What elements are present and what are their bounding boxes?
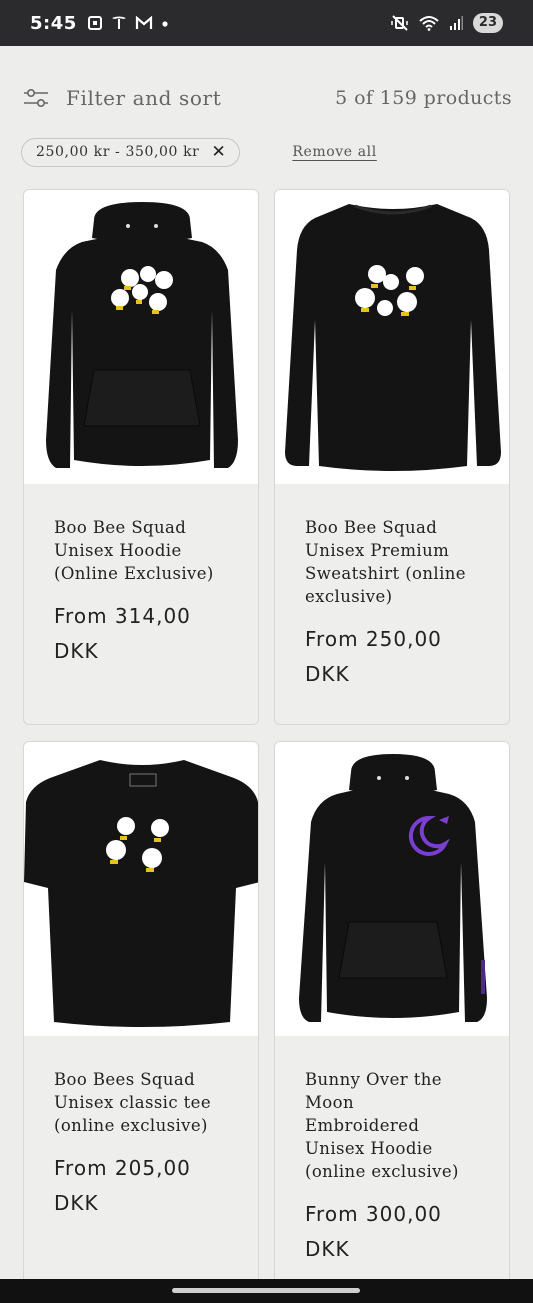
screenshot-icon bbox=[87, 16, 102, 30]
remove-all-filters-link[interactable]: Remove all bbox=[292, 144, 376, 160]
product-title[interactable]: Bunny Over the Moon Embroidered Unisex H… bbox=[305, 1068, 499, 1183]
gmail-icon bbox=[135, 15, 152, 29]
product-card[interactable]: Boo Bees Squad Unisex classic tee (onlin… bbox=[23, 741, 259, 1286]
system-navigation-bar bbox=[0, 1279, 533, 1303]
filter-and-sort-label: Filter and sort bbox=[66, 86, 222, 110]
product-card-info: Bunny Over the Moon Embroidered Unisex H… bbox=[275, 1036, 509, 1267]
price-filter-chip[interactable]: 250,00 kr - 350,00 kr ✕ bbox=[21, 137, 241, 167]
product-price: From 205,00 DKK bbox=[54, 1156, 191, 1215]
mute-vibrate-icon bbox=[391, 15, 408, 31]
sliders-icon bbox=[24, 88, 48, 108]
product-price: From 314,00 DKK bbox=[54, 604, 191, 663]
product-price: From 250,00 DKK bbox=[305, 627, 442, 686]
product-image-tee-bees[interactable] bbox=[24, 742, 258, 1036]
product-card-info: Boo Bees Squad Unisex classic tee (onlin… bbox=[24, 1036, 258, 1221]
product-price: From 300,00 DKK bbox=[305, 1202, 442, 1261]
product-card-info: Boo Bee Squad Unisex Hoodie (Online Excl… bbox=[24, 484, 258, 669]
tesla-icon bbox=[111, 16, 126, 29]
dot-icon bbox=[162, 21, 168, 27]
product-card[interactable]: Boo Bee Squad Unisex Premium Sweatshirt … bbox=[274, 189, 510, 725]
product-count: 5 of 159 products bbox=[335, 87, 512, 109]
collection-toolbar: Filter and sort 5 of 159 products bbox=[22, 78, 512, 118]
status-notification-icons bbox=[87, 15, 169, 31]
product-card-info: Boo Bee Squad Unisex Premium Sweatshirt … bbox=[275, 484, 509, 692]
product-image-hoodie-moon[interactable] bbox=[275, 742, 509, 1036]
product-image-hoodie-bees[interactable] bbox=[24, 190, 258, 484]
status-time: 5:45 bbox=[30, 12, 77, 34]
wifi-icon bbox=[419, 16, 439, 31]
home-gesture-handle[interactable] bbox=[172, 1288, 360, 1293]
product-card[interactable]: Bunny Over the Moon Embroidered Unisex H… bbox=[274, 741, 510, 1286]
active-filters: 250,00 kr - 350,00 kr ✕ Remove all bbox=[21, 136, 511, 168]
signal-icon bbox=[449, 16, 463, 30]
status-bar-right: 23 bbox=[391, 13, 503, 33]
product-title[interactable]: Boo Bee Squad Unisex Premium Sweatshirt … bbox=[305, 516, 499, 608]
price-filter-chip-label: 250,00 kr - 350,00 kr bbox=[36, 144, 200, 160]
product-card[interactable]: Boo Bee Squad Unisex Hoodie (Online Excl… bbox=[23, 189, 259, 725]
battery-level: 23 bbox=[472, 13, 503, 33]
product-title[interactable]: Boo Bee Squad Unisex Hoodie (Online Excl… bbox=[54, 516, 248, 585]
close-icon[interactable]: ✕ bbox=[211, 142, 226, 162]
status-bar: 5:45 23 bbox=[0, 0, 533, 46]
product-title[interactable]: Boo Bees Squad Unisex classic tee (onlin… bbox=[54, 1068, 248, 1137]
filter-and-sort-button[interactable]: Filter and sort bbox=[22, 86, 221, 110]
product-image-sweatshirt-bees[interactable] bbox=[275, 190, 509, 484]
status-bar-left: 5:45 bbox=[30, 13, 169, 34]
